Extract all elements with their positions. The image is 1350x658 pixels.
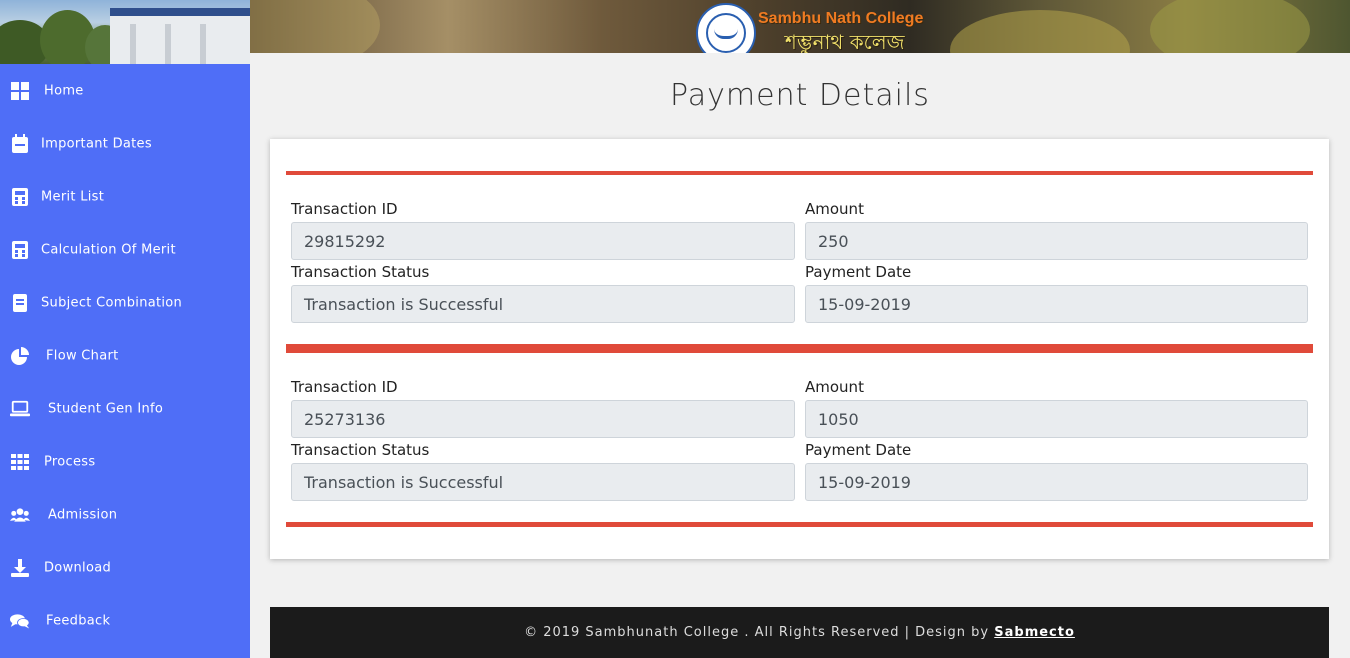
payment-date-label: Payment Date <box>805 263 912 281</box>
sidebar-item-student-gen-info[interactable]: Student Gen Info <box>0 382 250 435</box>
sidebar-item-calculation-of-merit[interactable]: Calculation Of Merit <box>0 223 250 276</box>
grid-nine-icon <box>11 453 29 470</box>
sidebar: Home Important Dates Merit List Calculat… <box>0 0 250 658</box>
sidebar-item-flow-chart[interactable]: Flow Chart <box>0 329 250 382</box>
brand-name-bengali: শম্ভুনাথ কলেজ <box>785 30 905 53</box>
sidebar-item-label: Calculation Of Merit <box>41 242 176 257</box>
divider <box>286 522 1313 527</box>
college-building-photo <box>0 0 250 64</box>
calendar-icon <box>12 133 28 153</box>
calculator-icon <box>12 187 28 206</box>
amount-field[interactable]: 1050 <box>805 400 1308 438</box>
sidebar-item-label: Important Dates <box>41 136 152 151</box>
sidebar-item-label: Flow Chart <box>46 348 119 363</box>
comments-icon <box>10 613 30 628</box>
sidebar-item-feedback[interactable]: Feedback <box>0 594 250 647</box>
sidebar-item-subject-combination[interactable]: Subject Combination <box>0 276 250 329</box>
amount-label: Amount <box>805 378 864 396</box>
transaction-id-label: Transaction ID <box>291 200 398 218</box>
transaction-status-label: Transaction Status <box>291 263 430 281</box>
transaction-status-label: Transaction Status <box>291 441 430 459</box>
sidebar-item-label: Student Gen Info <box>48 401 164 416</box>
sidebar-item-label: Admission <box>48 507 118 522</box>
sidebar-item-download[interactable]: Download <box>0 541 250 594</box>
sidebar-item-label: Download <box>44 560 112 575</box>
sidebar-item-label: Feedback <box>46 613 111 628</box>
amount-field[interactable]: 250 <box>805 222 1308 260</box>
payment-date-field[interactable]: 15-09-2019 <box>805 285 1308 323</box>
divider <box>286 344 1313 353</box>
transaction-status-field[interactable]: Transaction is Successful <box>291 463 795 501</box>
laptop-icon <box>10 400 30 416</box>
footer-design-link[interactable]: Sabmecto <box>994 625 1075 640</box>
sidebar-item-label: Home <box>44 83 84 98</box>
sidebar-item-home[interactable]: Home <box>0 64 250 117</box>
sidebar-item-label: Subject Combination <box>41 295 183 310</box>
payment-details-card: Transaction ID 29815292 Amount 250 Trans… <box>270 139 1329 559</box>
sidebar-item-process[interactable]: Process <box>0 435 250 488</box>
payment-date-field[interactable]: 15-09-2019 <box>805 463 1308 501</box>
page-title: Payment Details <box>670 78 930 113</box>
college-seal-icon <box>696 3 756 53</box>
transaction-id-field[interactable]: 29815292 <box>291 222 795 260</box>
payment-date-label: Payment Date <box>805 441 912 459</box>
sidebar-item-merit-list[interactable]: Merit List <box>0 170 250 223</box>
sidebar-item-label: Merit List <box>41 189 105 204</box>
pie-chart-icon <box>11 346 29 365</box>
sidebar-item-label: Process <box>44 454 96 469</box>
amount-label: Amount <box>805 200 864 218</box>
calculator-icon <box>12 240 28 259</box>
sidebar-nav: Home Important Dates Merit List Calculat… <box>0 64 250 647</box>
header-banner: Sambhu Nath College শম্ভুনাথ কলেজ <box>250 0 1350 53</box>
download-icon <box>11 558 29 577</box>
grid-icon <box>11 81 29 100</box>
sidebar-item-admission[interactable]: Admission <box>0 488 250 541</box>
divider <box>286 171 1313 175</box>
users-icon <box>10 507 30 522</box>
book-icon <box>13 293 27 312</box>
footer: © 2019 Sambhunath College . All Rights R… <box>270 607 1329 658</box>
transaction-status-field[interactable]: Transaction is Successful <box>291 285 795 323</box>
transaction-id-field[interactable]: 25273136 <box>291 400 795 438</box>
transaction-id-label: Transaction ID <box>291 378 398 396</box>
sidebar-item-important-dates[interactable]: Important Dates <box>0 117 250 170</box>
brand-name-english: Sambhu Nath College <box>758 10 924 27</box>
footer-copyright: © 2019 Sambhunath College . All Rights R… <box>524 625 995 640</box>
